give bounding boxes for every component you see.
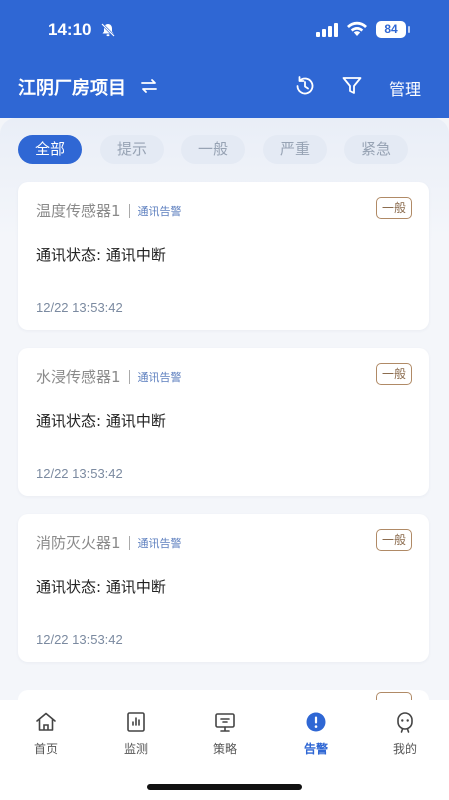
level-badge: 一般 <box>376 197 412 219</box>
tab-monitor[interactable]: 监测 <box>101 710 171 760</box>
alarm-status: 通讯状态: 通讯中断 <box>36 246 166 264</box>
alarm-card-header: 温度传感器1 通讯告警 <box>36 200 416 220</box>
filter-chip-hint[interactable]: 提示 <box>100 135 164 164</box>
title-row: 江阴厂房项目 管理 <box>0 66 449 106</box>
alarm-icon <box>281 710 351 734</box>
tab-strategy[interactable]: 策略 <box>190 710 260 760</box>
home-icon <box>11 710 81 734</box>
filter-icon[interactable] <box>340 74 364 102</box>
alarm-card-header: 水浸传感器1 通讯告警 <box>36 366 416 386</box>
tab-label: 我的 <box>392 742 417 756</box>
alarm-time: 12/22 13:53:42 <box>36 466 123 481</box>
alarm-type-tag: 通讯告警 <box>137 370 182 384</box>
alarm-time: 12/22 13:53:42 <box>36 300 123 315</box>
cellular-signal-icon <box>316 22 338 41</box>
project-title[interactable]: 江阴厂房项目 <box>18 74 126 100</box>
divider <box>128 203 130 218</box>
level-filter-bar: 全部 提示 一般 严重 紧急 <box>18 135 438 165</box>
bell-muted-icon <box>100 22 116 42</box>
tab-home[interactable]: 首页 <box>11 710 81 760</box>
tab-label: 监测 <box>123 742 148 756</box>
filter-chip-all[interactable]: 全部 <box>18 135 82 164</box>
status-bar: 14:10 84 <box>0 0 449 60</box>
alarm-card-header: 消防灭火器1 通讯告警 <box>36 532 416 552</box>
device-name: 水浸传感器1 <box>36 368 121 386</box>
alarm-status: 通讯状态: 通讯中断 <box>36 578 166 596</box>
filter-chip-general[interactable]: 一般 <box>181 135 245 164</box>
alarm-time: 12/22 13:53:42 <box>36 632 123 647</box>
alarm-type-tag: 通讯告警 <box>137 204 182 218</box>
level-badge: 一般 <box>376 363 412 385</box>
filter-chip-serious[interactable]: 严重 <box>263 135 327 164</box>
alarm-card[interactable]: 温度传感器1 通讯告警 一般 通讯状态: 通讯中断 12/22 13:53:42 <box>18 182 429 330</box>
wifi-icon <box>346 20 368 41</box>
alarm-card[interactable]: 消防灭火器1 通讯告警 一般 通讯状态: 通讯中断 12/22 13:53:42 <box>18 514 429 662</box>
swap-icon[interactable] <box>140 78 158 98</box>
level-badge: 一般 <box>376 529 412 551</box>
divider <box>128 535 130 550</box>
home-indicator <box>147 784 302 790</box>
device-name: 消防灭火器1 <box>36 534 121 552</box>
tab-label: 首页 <box>33 742 58 756</box>
strategy-icon <box>190 710 260 734</box>
alarm-status: 通讯状态: 通讯中断 <box>36 412 166 430</box>
monitor-icon <box>101 710 171 734</box>
alarm-type-tag: 通讯告警 <box>137 536 182 550</box>
divider <box>128 369 130 384</box>
tab-label: 策略 <box>212 742 237 756</box>
battery-indicator: 84 <box>376 21 410 38</box>
tab-label: 告警 <box>303 742 328 756</box>
alarm-card[interactable]: 水浸传感器1 通讯告警 一般 通讯状态: 通讯中断 12/22 13:53:42 <box>18 348 429 496</box>
tab-profile[interactable]: 我的 <box>370 710 440 760</box>
filter-chip-urgent[interactable]: 紧急 <box>344 135 408 164</box>
status-time: 14:10 <box>48 20 92 39</box>
history-icon[interactable] <box>293 74 317 102</box>
manage-button[interactable]: 管理 <box>389 76 421 100</box>
profile-icon <box>370 710 440 734</box>
app-header: 14:10 84 江阴厂房项目 管理 <box>0 0 449 118</box>
device-name: 温度传感器1 <box>36 202 121 220</box>
tab-alarm[interactable]: 告警 <box>281 710 351 760</box>
